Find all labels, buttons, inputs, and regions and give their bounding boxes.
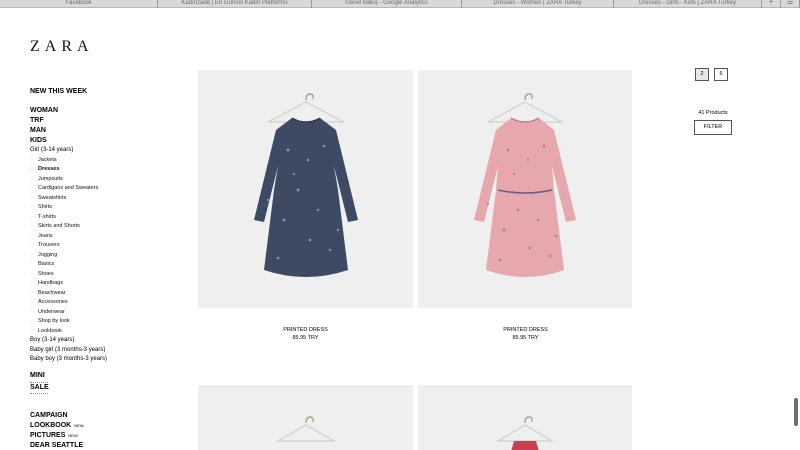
new-badge: NEW bbox=[68, 432, 78, 438]
nav-item-dresses[interactable]: Dresses bbox=[30, 165, 170, 175]
nav-boy[interactable]: Boy (3-14 years) bbox=[30, 336, 170, 346]
nav-sale[interactable]: SALE bbox=[30, 381, 49, 394]
hanger-image bbox=[275, 416, 337, 442]
view-6-button[interactable]: 6 bbox=[714, 68, 728, 81]
browser-tab-kadinzade[interactable]: Kadınzade | En Güncel Kadın Platformu bbox=[158, 0, 312, 8]
nav-kids[interactable]: KIDS bbox=[30, 136, 170, 146]
nav-pictures[interactable]: PICTURES NEW bbox=[30, 431, 170, 441]
hanger-image bbox=[495, 416, 555, 450]
nav-item-jogging[interactable]: Jogging bbox=[30, 251, 170, 261]
product-card[interactable] bbox=[198, 70, 413, 308]
nav-trf[interactable]: TRF bbox=[30, 116, 170, 126]
nav-pictures-label: PICTURES bbox=[30, 431, 66, 439]
nav-item-shirts[interactable]: Shirts bbox=[30, 203, 170, 213]
browser-tab-strip: Facebook Kadınzade | En Güncel Kadın Pla… bbox=[0, 0, 800, 8]
nav-item-shoes[interactable]: Shoes bbox=[30, 270, 170, 280]
view-toggle: 2 6 bbox=[695, 68, 728, 81]
product-price: 85.95 TRY bbox=[512, 335, 539, 341]
product-card[interactable] bbox=[418, 70, 632, 308]
nav-item-lookbook[interactable]: Lookbook bbox=[30, 327, 170, 337]
nav-girl[interactable]: Girl (3-14 years) bbox=[30, 146, 170, 156]
product-info[interactable]: PRINTED DRESS 85.95 TRY bbox=[418, 326, 633, 342]
zara-logo[interactable]: ZARA bbox=[30, 38, 94, 56]
product-price: 85.95 TRY bbox=[292, 335, 319, 341]
nav-item-jumpsuits[interactable]: Jumpsuits bbox=[30, 175, 170, 185]
nav-item-skirts-shorts[interactable]: Skirts and Shorts bbox=[30, 222, 170, 232]
products-count: 41 Products bbox=[698, 110, 728, 116]
tab-menu-icon[interactable]: ☰ bbox=[781, 0, 800, 8]
nav-item-underwear[interactable]: Underwear bbox=[30, 308, 170, 318]
dress-image bbox=[474, 93, 576, 277]
product-card[interactable] bbox=[198, 385, 413, 450]
nav-baby-girl[interactable]: Baby girl (3 months-3 years) bbox=[30, 346, 170, 356]
nav-item-tshirts[interactable]: T-shirts bbox=[30, 213, 170, 223]
nav-dear-seattle[interactable]: DEAR SEATTLE bbox=[30, 441, 170, 450]
product-card[interactable] bbox=[418, 385, 632, 450]
new-tab-button[interactable]: + bbox=[762, 0, 781, 8]
browser-tab-analytics[interactable]: Genel Bakış - Google Analytics bbox=[312, 0, 462, 8]
nav-lookbook-label: LOOKBOOK bbox=[30, 421, 72, 429]
nav-item-beachwear[interactable]: Beachwear bbox=[30, 289, 170, 299]
nav-item-sweatshirts[interactable]: Sweatshirts bbox=[30, 194, 170, 204]
nav-item-cardigans[interactable]: Cardigans and Sweaters bbox=[30, 184, 170, 194]
nav-mini[interactable]: MINI bbox=[30, 371, 170, 381]
nav-item-accessories[interactable]: Accessories bbox=[30, 298, 170, 308]
nav-man[interactable]: MAN bbox=[30, 126, 170, 136]
nav-campaign[interactable]: CAMPAIGN bbox=[30, 411, 170, 421]
browser-tab-facebook[interactable]: Facebook bbox=[0, 0, 158, 8]
nav-item-jackets[interactable]: Jackets bbox=[30, 156, 170, 166]
filter-button[interactable]: FILTER bbox=[694, 120, 732, 135]
nav-new-this-week[interactable]: NEW THIS WEEK bbox=[30, 88, 170, 95]
nav-woman[interactable]: WOMAN bbox=[30, 106, 170, 116]
browser-tab-zara-women[interactable]: Dresses - Women | ZARA Turkey bbox=[462, 0, 614, 8]
nav-item-basics[interactable]: Basics bbox=[30, 260, 170, 270]
nav-baby-boy[interactable]: Baby boy (3 months-3 years) bbox=[30, 355, 170, 365]
nav-item-shop-by-look[interactable]: Shop by look bbox=[30, 317, 170, 327]
nav-item-jeans[interactable]: Jeans bbox=[30, 232, 170, 242]
nav-item-handbags[interactable]: Handbags bbox=[30, 279, 170, 289]
view-2-button[interactable]: 2 bbox=[695, 68, 709, 81]
scrollbar-thumb[interactable] bbox=[794, 398, 798, 426]
nav-lookbook[interactable]: LOOKBOOK NEW bbox=[30, 421, 170, 431]
new-badge: NEW bbox=[74, 422, 84, 428]
product-name: PRINTED DRESS bbox=[283, 327, 328, 333]
product-info[interactable]: PRINTED DRESS 85.95 TRY bbox=[198, 326, 413, 342]
nav-item-trousers[interactable]: Trousers bbox=[30, 241, 170, 251]
girl-subcategory-list: Jackets Dresses Jumpsuits Cardigans and … bbox=[30, 156, 170, 337]
product-name: PRINTED DRESS bbox=[503, 327, 548, 333]
sidebar-nav: NEW THIS WEEK WOMAN TRF MAN KIDS Girl (3… bbox=[30, 88, 170, 450]
browser-tab-zara-girls[interactable]: Dresses - Girls - Kids | ZARA Turkey bbox=[614, 0, 762, 8]
dress-image bbox=[254, 93, 358, 277]
